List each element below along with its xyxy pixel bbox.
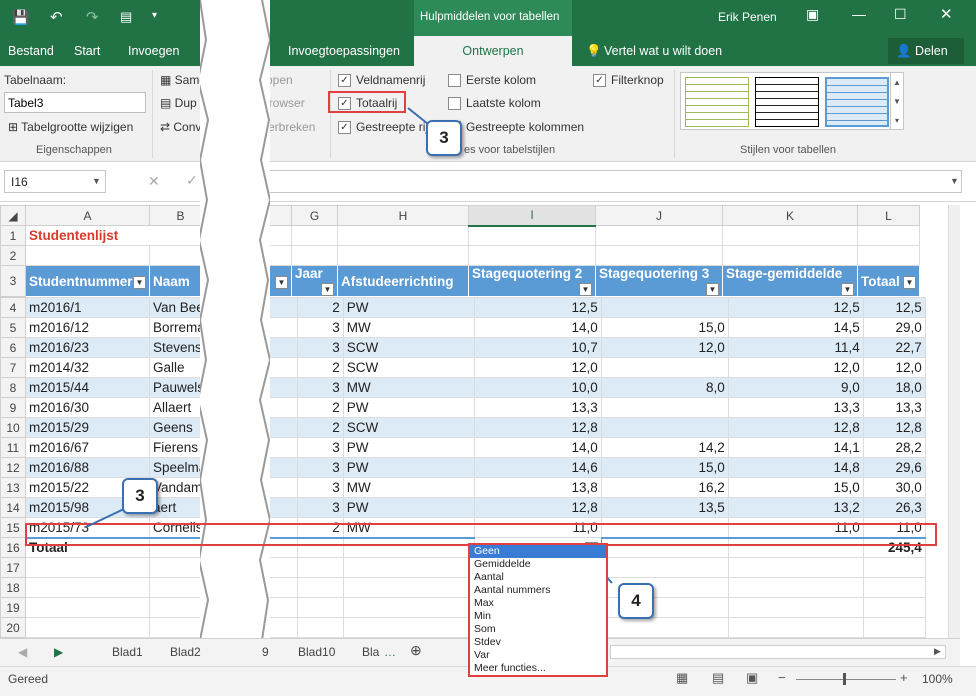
dropdown-option[interactable]: Meer functies... (470, 662, 606, 675)
dropdown-option[interactable]: Aantal nummers (470, 584, 606, 597)
callout-3-ribbon: 3 (426, 120, 462, 156)
dropdown-option[interactable]: Var (470, 649, 606, 662)
total-function-list[interactable]: Geen Gemiddelde Aantal Aantal nummers Max Min… (468, 543, 608, 677)
callout-4-dropdown: 4 (618, 583, 654, 619)
dropdown-option[interactable]: Aantal (470, 571, 606, 584)
dropdown-option[interactable]: Som (470, 623, 606, 636)
dropdown-option[interactable]: Gemiddelde (470, 558, 606, 571)
callout-3-sheet: 3 (122, 478, 158, 514)
dropdown-option[interactable]: Geen (470, 545, 606, 558)
dropdown-option[interactable]: Min (470, 610, 606, 623)
dropdown-option[interactable]: Max (470, 597, 606, 610)
dropdown-option[interactable]: Stdev (470, 636, 606, 649)
